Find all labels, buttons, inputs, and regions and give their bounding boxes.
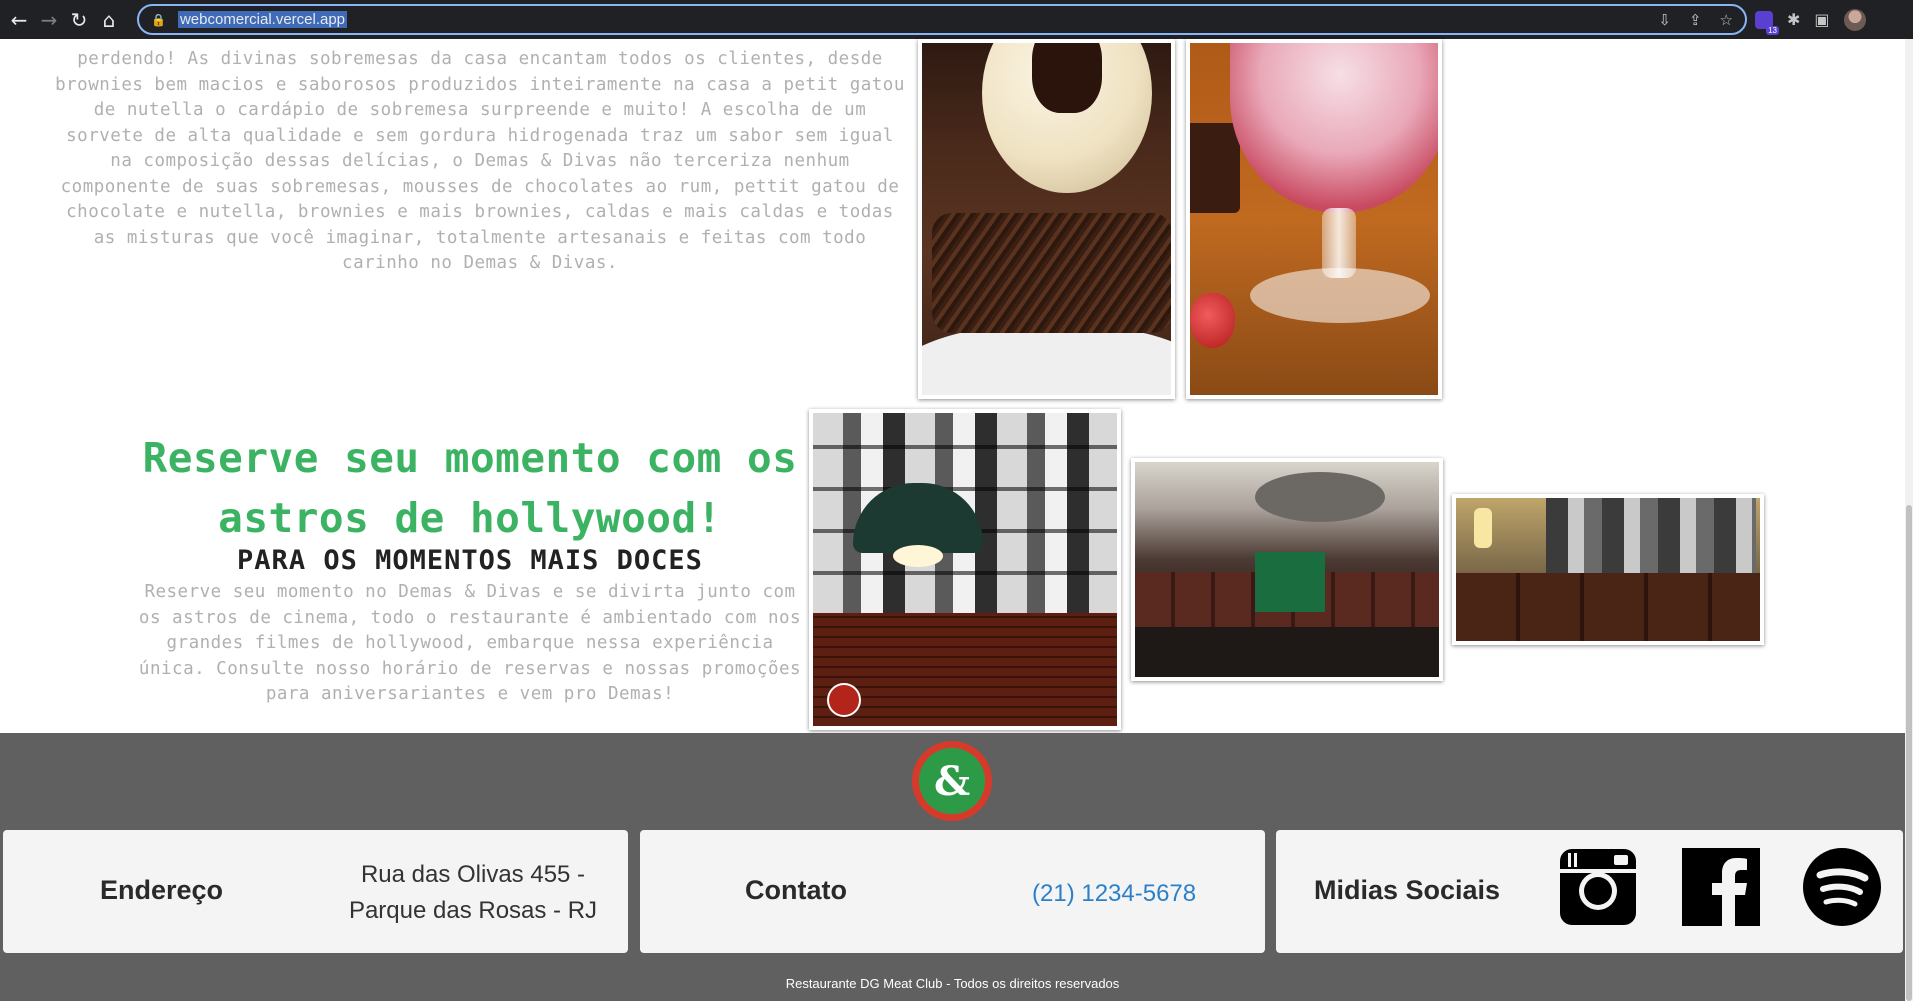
instagram-icon[interactable] <box>1558 847 1638 927</box>
footer-copyright: Restaurante DG Meat Club - Todos os dire… <box>785 976 1120 991</box>
facebook-icon[interactable] <box>1681 847 1761 927</box>
url-text[interactable]: webcomercial.vercel.app <box>177 11 348 28</box>
brownie-photo <box>918 39 1175 399</box>
profile-avatar[interactable] <box>1843 8 1866 31</box>
address-text: Rua das Olivas 455 - Parque das Rosas - … <box>348 861 598 924</box>
extensions-area: 13 ✱ ▣ <box>1755 0 1866 39</box>
contact-card: Contato (21) 1234-5678 <box>640 830 1265 953</box>
omnibox-actions: ⇩ ⇪ ☆ <box>1658 6 1733 33</box>
restaurant-interior-photo <box>1131 458 1443 681</box>
reserve-paragraph: Reserve seu momento no Demas & Divas e s… <box>138 582 802 704</box>
home-icon[interactable]: ⌂ <box>94 5 124 35</box>
address-card: Endereço Rua das Olivas 455 - Parque das… <box>3 830 628 953</box>
sweet-moments-subheading: PARA OS MOMENTOS MAIS DOCES <box>237 545 703 576</box>
contact-phone-link[interactable]: (21) 1234-5678 <box>1032 880 1196 908</box>
puzzle-icon[interactable]: ✱ <box>1787 10 1800 29</box>
desserts-paragraph: perdendo! As divinas sobremesas da casa … <box>55 49 905 273</box>
side-panel-icon[interactable]: ▣ <box>1814 10 1829 29</box>
spotify-icon[interactable] <box>1802 847 1882 927</box>
contact-title: Contato <box>745 875 847 905</box>
social-title: Midias Sociais <box>1314 875 1501 905</box>
extension-badge-count: 13 <box>1766 25 1779 35</box>
booth-seating-photo <box>1452 494 1764 645</box>
address-title: Endereço <box>100 875 224 905</box>
social-card: Midias Sociais <box>1276 830 1903 953</box>
install-app-icon[interactable]: ⇩ <box>1658 11 1671 29</box>
forward-icon[interactable]: → <box>34 5 64 35</box>
milkshake-photo <box>1186 39 1442 399</box>
share-icon[interactable]: ⇪ <box>1689 11 1702 29</box>
browser-toolbar: ← → ↻ ⌂ 🔒 webcomercial.vercel.app ⇩ ⇪ ☆ … <box>0 0 1913 39</box>
back-icon[interactable]: ← <box>4 5 34 35</box>
hollywood-wall-photo <box>809 409 1121 730</box>
bookmark-star-icon[interactable]: ☆ <box>1720 11 1733 29</box>
reserve-heading: Reserve seu momento com os astros de hol… <box>142 434 798 542</box>
reload-icon[interactable]: ↻ <box>64 5 94 35</box>
extension-icon[interactable]: 13 <box>1755 10 1779 35</box>
lock-icon: 🔒 <box>151 12 166 27</box>
address-bar[interactable]: 🔒 webcomercial.vercel.app ⇩ ⇪ ☆ <box>137 4 1747 35</box>
page-scrollbar-thumb[interactable] <box>1906 505 1912 1001</box>
restaurant-logo-icon[interactable]: & <box>912 741 992 821</box>
